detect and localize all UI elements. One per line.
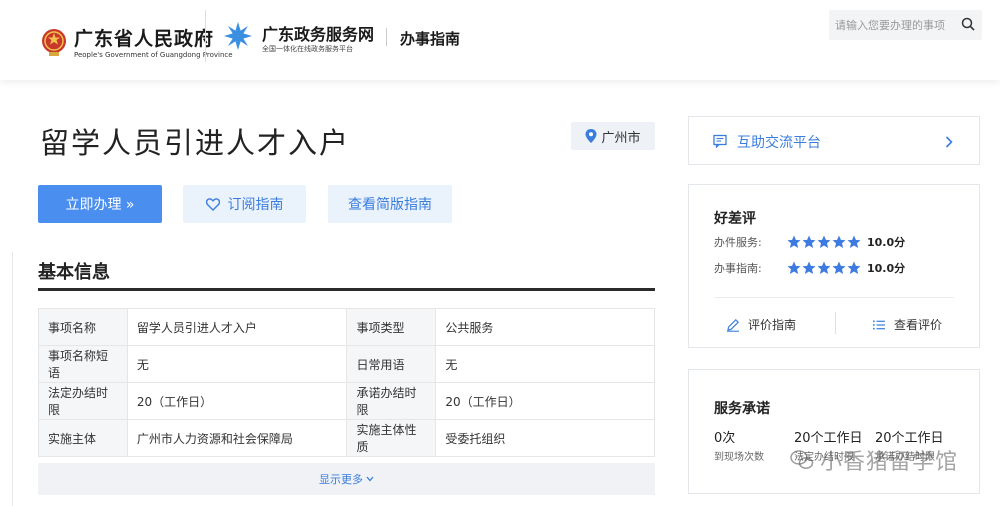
gov-name[interactable]: 广东省人民政府	[74, 24, 214, 51]
star-icon	[787, 261, 801, 274]
star-icon	[802, 235, 816, 248]
site-header: 广东省人民政府 People's Government of Guangdong…	[0, 0, 1000, 80]
table-value: 留学人员引进人才入户	[126, 308, 348, 346]
content-divider	[12, 252, 13, 506]
national-emblem-icon	[42, 29, 66, 56]
service-logo-icon	[224, 22, 252, 50]
table-row: 事项名称 留学人员引进人才入户 事项类型 公共服务	[38, 308, 655, 346]
wechat-icon	[790, 450, 814, 469]
table-row: 法定办结时限 20（工作日） 承诺办结时限 20（工作日）	[38, 382, 655, 420]
star-icon	[817, 235, 831, 248]
subscribe-label: 订阅指南	[227, 197, 284, 213]
rating-label: 办事指南:	[714, 262, 762, 275]
table-label: 日常用语	[346, 345, 437, 383]
table-row: 事项名称短语 无 日常用语 无	[38, 345, 655, 383]
chevron-right-icon	[945, 136, 953, 148]
chat-icon	[713, 134, 727, 148]
rating-panel: 好差评 办件服务: 10.0分 办事指南: 10.0分 评价指南 查看评价	[688, 184, 980, 348]
view-reviews-label: 查看评价	[894, 318, 943, 332]
table-value: 20（工作日）	[126, 382, 348, 420]
rating-score: 10.0分	[867, 262, 906, 275]
rate-guide-label: 评价指南	[748, 318, 797, 332]
search-input[interactable]	[835, 16, 957, 34]
table-value: 受委托组织	[435, 419, 655, 457]
rating-score: 10.0分	[867, 236, 906, 249]
edit-icon	[727, 318, 740, 332]
star-icon	[832, 235, 846, 248]
basic-info-table: 事项名称 留学人员引进人才入户 事项类型 公共服务 事项名称短语 无 日常用语 …	[38, 308, 655, 457]
star-icon	[832, 261, 846, 274]
header-divider	[205, 10, 206, 62]
rating-divider	[714, 297, 954, 298]
page-title: 留学人员引进人才入户	[40, 126, 351, 160]
table-value: 公共服务	[435, 308, 655, 346]
star-rating	[787, 235, 861, 249]
section-label: 办事指南	[400, 30, 461, 48]
table-value: 无	[126, 345, 348, 383]
promise-title: 服务承诺	[714, 401, 770, 417]
rating-row: 办件服务: 10.0分	[714, 234, 905, 250]
search-box	[829, 10, 982, 40]
implementing-agency-link[interactable]: 广州市人力资源和社会保障局	[126, 419, 348, 457]
star-icon	[847, 261, 861, 274]
service-subtitle: 全国一体化在线政务服务平台	[262, 45, 353, 53]
rating-title: 好差评	[714, 211, 756, 227]
table-label: 事项名称短语	[38, 345, 128, 383]
table-value: 20（工作日）	[435, 382, 655, 420]
section-underline	[38, 288, 655, 291]
table-label: 法定办结时限	[38, 382, 128, 420]
table-label: 事项类型	[346, 308, 437, 346]
heart-icon	[205, 197, 220, 211]
brief-guide-button[interactable]: 查看简版指南	[328, 185, 452, 223]
forum-label: 互助交流平台	[737, 135, 821, 151]
promise-label: 到现场次数	[714, 452, 764, 463]
watermark-text: 小香猪留学馆	[820, 450, 959, 475]
table-label: 实施主体	[38, 419, 128, 457]
star-icon	[847, 235, 861, 248]
location-pin-icon	[585, 129, 597, 143]
show-more-label: 显示更多	[319, 473, 363, 486]
table-label: 实施主体性质	[346, 419, 437, 457]
subscribe-guide-button[interactable]: 订阅指南	[183, 185, 306, 223]
rate-guide-button[interactable]: 评价指南	[726, 316, 796, 333]
chevron-down-icon	[366, 476, 374, 482]
table-row: 实施主体 广州市人力资源和社会保障局 实施主体性质 受委托组织	[38, 419, 655, 457]
table-value: 无	[435, 345, 655, 383]
star-icon	[817, 261, 831, 274]
rating-row: 办事指南: 10.0分	[714, 260, 905, 276]
service-name[interactable]: 广东政务服务网	[262, 21, 374, 45]
search-icon[interactable]	[961, 17, 975, 31]
table-label: 事项名称	[38, 308, 128, 346]
star-icon	[787, 235, 801, 248]
rating-label: 办件服务:	[714, 236, 762, 249]
list-icon	[873, 320, 885, 329]
show-more-button[interactable]: 显示更多	[38, 463, 655, 495]
location-badge[interactable]: 广州市	[571, 122, 655, 150]
header-divider	[386, 28, 387, 46]
gov-name-en: People's Government of Guangdong Provinc…	[74, 51, 233, 59]
table-label: 承诺办结时限	[346, 382, 437, 420]
promise-value: 0次	[714, 431, 736, 446]
watermark: 小香猪留学馆	[790, 444, 958, 476]
location-label: 广州市	[601, 130, 641, 146]
apply-now-button[interactable]: 立即办理 »	[38, 185, 162, 223]
star-icon	[802, 261, 816, 274]
view-reviews-button[interactable]: 查看评价	[872, 316, 942, 333]
star-rating	[787, 261, 861, 275]
forum-panel[interactable]: 互助交流平台	[688, 116, 980, 165]
button-divider	[835, 312, 836, 334]
basic-info-title: 基本信息	[38, 262, 110, 283]
